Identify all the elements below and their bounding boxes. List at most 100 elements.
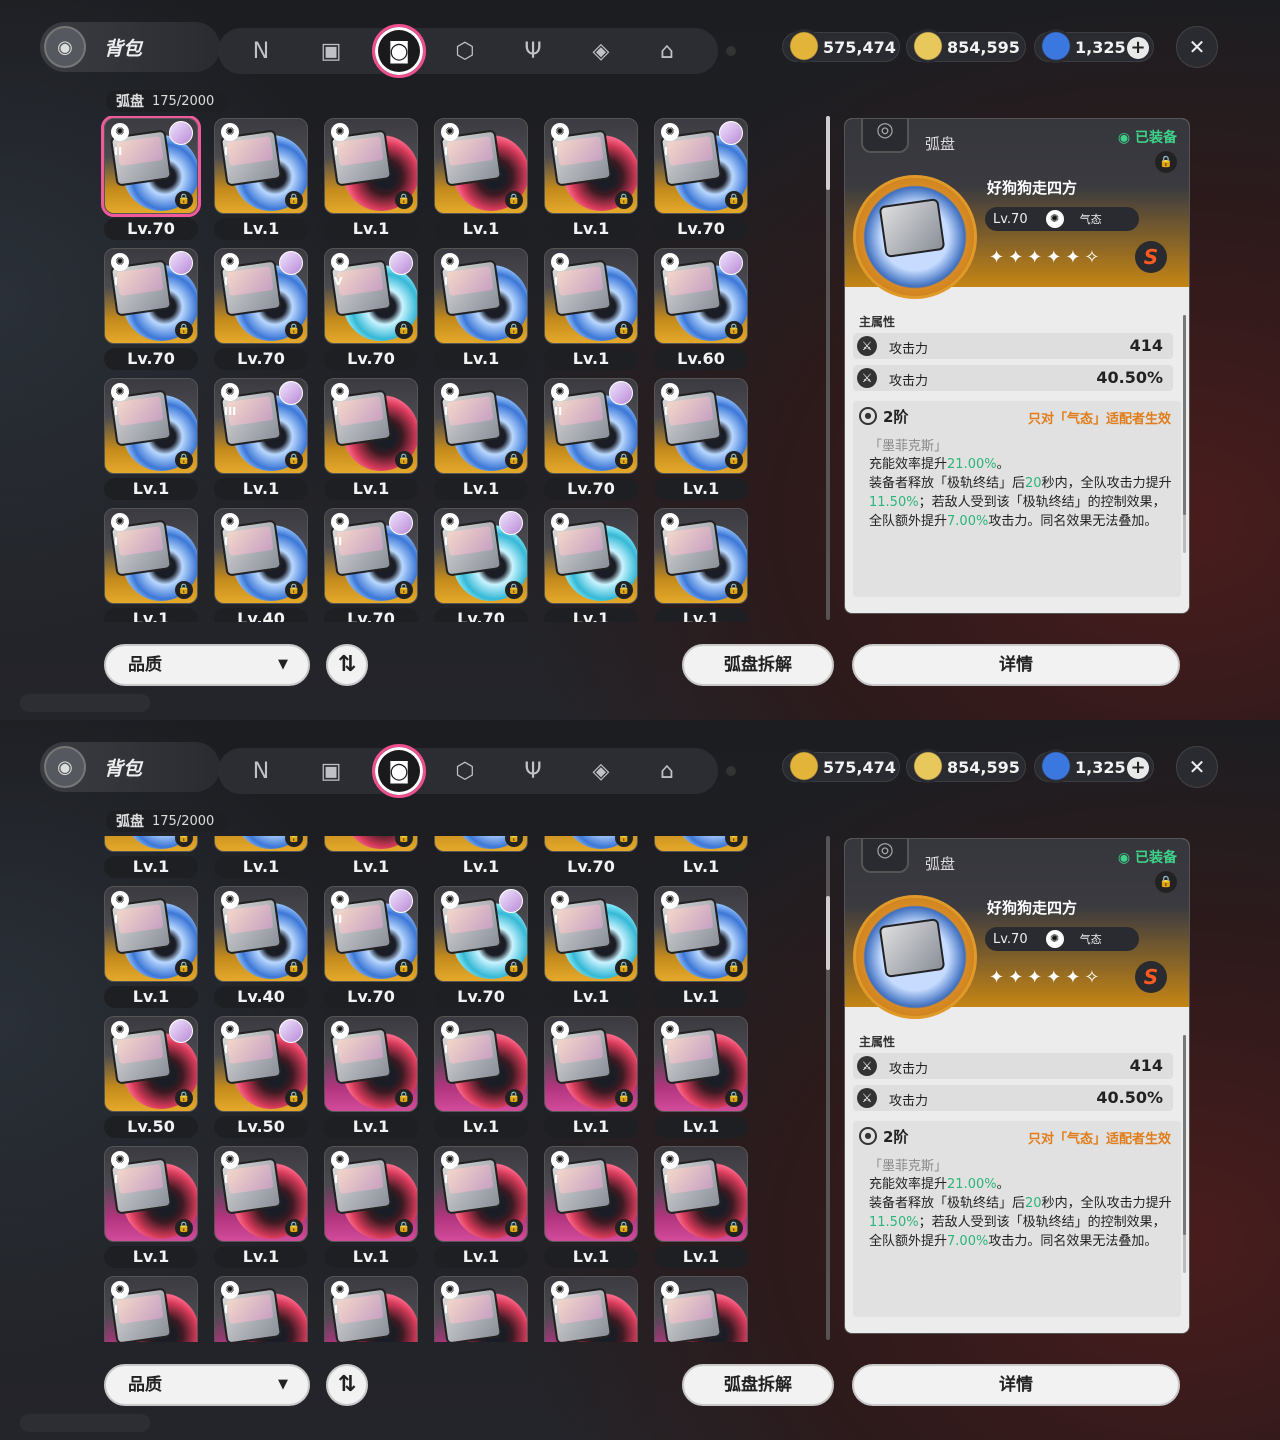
detail-scrollbar[interactable] xyxy=(1183,1035,1186,1273)
disc-tile[interactable]: ✺ I 🔒 Lv.1 xyxy=(320,1144,418,1274)
lock-icon[interactable]: 🔒 xyxy=(285,1219,303,1237)
close-button[interactable]: ✕ xyxy=(1176,26,1218,68)
lock-icon[interactable]: 🔒 xyxy=(615,959,633,977)
lock-icon[interactable]: 🔒 xyxy=(725,1089,743,1107)
sort-dropdown[interactable]: 品质 ▼ xyxy=(104,1364,310,1406)
disc-tile[interactable]: ✺ I 🔒 Lv.1 xyxy=(650,506,748,622)
disc-tile[interactable]: ✺ I 🔒 Lv.40 xyxy=(210,506,308,622)
lock-icon[interactable]: 🔒 xyxy=(395,581,413,599)
lock-icon[interactable]: 🔒 xyxy=(285,321,303,339)
tab-fork-knife-icon[interactable]: Ψ xyxy=(512,750,554,792)
scrollbar-thumb[interactable] xyxy=(826,116,830,190)
add-currency-button[interactable]: + xyxy=(1127,757,1149,779)
disc-tile[interactable]: ✺ V 🔒 Lv.70 xyxy=(320,246,418,376)
disc-tile[interactable]: ✺ I 🔒 Lv.1 xyxy=(100,884,198,1014)
lock-icon[interactable]: 🔒 xyxy=(175,1089,193,1107)
lock-icon[interactable]: 🔒 xyxy=(395,836,413,847)
disc-tile[interactable]: ✺ I 🔒 Lv.1 xyxy=(650,884,748,1014)
lock-icon[interactable]: 🔒 xyxy=(725,959,743,977)
lock-icon[interactable]: 🔒 xyxy=(285,836,303,847)
grid-scrollbar[interactable] xyxy=(826,836,830,1340)
lock-icon[interactable]: 🔒 xyxy=(175,451,193,469)
lock-icon[interactable]: 🔒 xyxy=(505,836,523,847)
tab-n-logo-icon[interactable]: N xyxy=(240,750,282,792)
tab-pack-icon[interactable]: ◈ xyxy=(580,750,622,792)
disc-tile[interactable]: ✺ I 🔒 Lv.1 xyxy=(650,1144,748,1274)
disc-tile[interactable]: ✺ I 🔒 Lv.1 xyxy=(430,246,528,376)
disc-tile[interactable]: ✺ II 🔒 Lv.70 xyxy=(320,506,418,622)
disc-tile[interactable]: ✺ I 🔒 Lv.50 xyxy=(210,1014,308,1144)
lock-icon[interactable]: 🔒 xyxy=(505,451,523,469)
sort-order-button[interactable]: ⇅ xyxy=(326,1364,368,1406)
disc-tile[interactable]: ✺ I 🔒 Lv.1 xyxy=(430,1014,528,1144)
scrollbar-thumb[interactable] xyxy=(1183,315,1186,515)
grid-scrollbar[interactable] xyxy=(826,116,830,620)
disc-tile[interactable]: ✺ I 🔒 Lv.1 xyxy=(100,1144,198,1274)
disc-tile[interactable]: ✺ I 🔒 Lv.70 xyxy=(100,246,198,376)
lock-icon[interactable]: 🔒 xyxy=(725,451,743,469)
lock-icon[interactable]: 🔒 xyxy=(285,451,303,469)
disc-tile[interactable]: ✺ I 🔒 Lv.1 xyxy=(320,1014,418,1144)
tab-pack-icon[interactable]: ◈ xyxy=(580,30,622,72)
disc-tile[interactable]: ✺I🔒 xyxy=(100,1274,198,1342)
lock-icon[interactable]: 🔒 xyxy=(395,1089,413,1107)
lock-icon[interactable]: 🔒 xyxy=(615,836,633,847)
lock-icon[interactable]: 🔒 xyxy=(175,191,193,209)
lock-icon[interactable]: 🔒 xyxy=(615,191,633,209)
disc-tile[interactable]: ✺ I 🔒 Lv.1 xyxy=(650,376,748,506)
disc-tile[interactable]: 🔒 Lv.1 xyxy=(430,836,528,884)
disc-tile[interactable]: ✺ I 🔒 Lv.70 xyxy=(430,506,528,622)
lock-icon[interactable]: 🔒 xyxy=(505,1219,523,1237)
lock-icon[interactable]: 🔒 xyxy=(175,1219,193,1237)
disc-tile[interactable]: ✺I🔒 xyxy=(210,1274,308,1342)
tab-house-icon[interactable]: ⌂ xyxy=(646,750,688,792)
lock-icon[interactable]: 🔒 xyxy=(505,959,523,977)
disc-tile[interactable]: ✺ I 🔒 Lv.40 xyxy=(210,884,308,1014)
tab-gameboy-icon[interactable]: ▣ xyxy=(310,750,352,792)
lock-icon[interactable]: 🔒 xyxy=(285,1089,303,1107)
lock-icon[interactable]: 🔒 xyxy=(175,959,193,977)
disc-tile[interactable]: ✺I🔒 xyxy=(650,1274,748,1342)
disc-tile[interactable]: ✺ I 🔒 Lv.1 xyxy=(320,376,418,506)
disc-tile[interactable]: ✺I🔒 xyxy=(320,1274,418,1342)
lock-icon[interactable]: 🔒 xyxy=(1155,871,1177,893)
dismantle-button[interactable]: 弧盘拆解 xyxy=(682,644,834,686)
disc-tile[interactable]: ✺ I 🔒 Lv.70 xyxy=(210,246,308,376)
lock-icon[interactable]: 🔒 xyxy=(285,191,303,209)
disc-tile[interactable]: ✺ I 🔒 Lv.1 xyxy=(540,1014,638,1144)
disc-tile[interactable]: ✺ I 🔒 Lv.1 xyxy=(540,1144,638,1274)
disc-tile[interactable]: ✺ I 🔒 Lv.1 xyxy=(540,884,638,1014)
disc-tile[interactable]: ✺ II 🔒 Lv.70 xyxy=(540,376,638,506)
tab-cube-icon[interactable]: ⬡ xyxy=(444,30,486,72)
disc-tile[interactable]: ✺ I 🔒 Lv.1 xyxy=(540,116,638,246)
lock-icon[interactable]: 🔒 xyxy=(395,1219,413,1237)
lock-icon[interactable]: 🔒 xyxy=(615,451,633,469)
disc-tile[interactable]: ✺ I 🔒 Lv.1 xyxy=(650,1014,748,1144)
lock-icon[interactable]: 🔒 xyxy=(725,1219,743,1237)
disc-tile[interactable]: 🔒 Lv.70 xyxy=(540,836,638,884)
disc-tile[interactable]: ✺ I 🔒 Lv.1 xyxy=(210,1144,308,1274)
lock-icon[interactable]: 🔒 xyxy=(505,321,523,339)
disc-tile[interactable]: ✺ I 🔒 Lv.70 xyxy=(430,884,528,1014)
dismantle-button[interactable]: 弧盘拆解 xyxy=(682,1364,834,1406)
lock-icon[interactable]: 🔒 xyxy=(175,321,193,339)
lock-icon[interactable]: 🔒 xyxy=(505,581,523,599)
add-currency-button[interactable]: + xyxy=(1127,37,1149,59)
lock-icon[interactable]: 🔒 xyxy=(395,191,413,209)
disc-tile[interactable]: ✺ I 🔒 Lv.70 xyxy=(650,116,748,246)
detail-scrollbar[interactable] xyxy=(1183,315,1186,553)
lock-icon[interactable]: 🔒 xyxy=(395,451,413,469)
details-button[interactable]: 详情 xyxy=(852,1364,1180,1406)
lock-icon[interactable]: 🔒 xyxy=(615,1089,633,1107)
lock-icon[interactable]: 🔒 xyxy=(615,581,633,599)
disc-tile[interactable]: 🔒 Lv.1 xyxy=(210,836,308,884)
tab-gameboy-icon[interactable]: ▣ xyxy=(310,30,352,72)
lock-icon[interactable]: 🔒 xyxy=(395,321,413,339)
lock-icon[interactable]: 🔒 xyxy=(505,191,523,209)
close-button[interactable]: ✕ xyxy=(1176,746,1218,788)
disc-tile[interactable]: 🔒 Lv.1 xyxy=(100,836,198,884)
tab-house-icon[interactable]: ⌂ xyxy=(646,30,688,72)
disc-tile[interactable]: ✺ III 🔒 Lv.1 xyxy=(210,376,308,506)
lock-icon[interactable]: 🔒 xyxy=(725,191,743,209)
lock-icon[interactable]: 🔒 xyxy=(615,321,633,339)
